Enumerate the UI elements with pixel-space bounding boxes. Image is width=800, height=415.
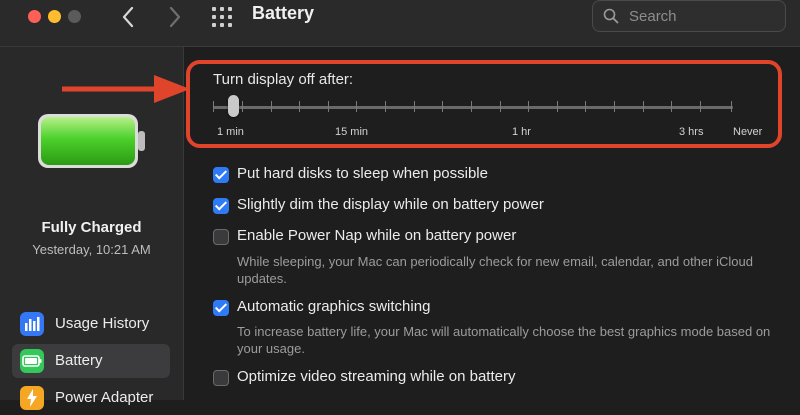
option-description: To increase battery life, your Mac will …	[237, 324, 771, 356]
show-all-grid-icon[interactable]	[212, 7, 234, 29]
slider-tick	[213, 101, 214, 112]
slider-label-15-min: 15 min	[335, 126, 369, 138]
slider-label-1-hr: 1 hr	[512, 126, 531, 138]
back-button[interactable]	[121, 6, 135, 31]
slider-tick	[643, 101, 644, 112]
slider-tick	[614, 101, 615, 112]
title-bar: Battery	[0, 0, 800, 47]
battery-status-time: Yesterday, 10:21 AM	[32, 242, 151, 257]
minimize-window-button[interactable]	[48, 10, 61, 23]
slider-knob[interactable]	[228, 95, 239, 117]
option-label: Optimize video streaming while on batter…	[237, 368, 516, 385]
close-window-button[interactable]	[28, 10, 41, 23]
checkbox[interactable]	[213, 370, 229, 386]
search-icon	[603, 8, 619, 24]
slider-tick	[442, 101, 443, 112]
slider-tick	[328, 101, 329, 112]
display-sleep-slider[interactable]	[213, 106, 733, 109]
battery-full-icon	[38, 114, 145, 168]
sidebar-item-label: Usage History	[55, 315, 150, 332]
slider-tick	[500, 101, 501, 112]
chart-icon	[20, 312, 44, 336]
slider-tick	[385, 101, 386, 112]
battery-icon	[20, 349, 44, 373]
option-label: Automatic graphics switching	[237, 298, 431, 315]
power-adapter-icon	[20, 386, 44, 410]
slider-tick	[242, 101, 243, 112]
checkbox[interactable]	[213, 229, 229, 245]
chevron-right-icon	[169, 6, 181, 28]
option-description: While sleeping, your Mac can periodicall…	[237, 254, 753, 286]
forward-button[interactable]	[168, 6, 182, 31]
slider-tick	[700, 101, 701, 112]
option-label: Enable Power Nap while on battery power	[237, 227, 517, 244]
slider-tick	[299, 101, 300, 112]
checkbox[interactable]	[213, 167, 229, 183]
slider-label-never: Never	[733, 126, 763, 138]
option-label: Put hard disks to sleep when possible	[237, 165, 488, 182]
sidebar-item-label: Battery	[55, 352, 103, 369]
window-title: Battery	[252, 3, 315, 23]
zoom-window-button[interactable]	[68, 10, 81, 23]
slider-tick	[414, 101, 415, 112]
slider-tick	[356, 101, 357, 112]
sidebar-item-usage-history[interactable]: Usage History	[12, 307, 170, 341]
chevron-left-icon	[122, 6, 134, 28]
slider-label-1-min: 1 min	[217, 126, 244, 138]
slider-tick	[271, 101, 272, 112]
sidebar-item-label: Power Adapter	[55, 389, 154, 406]
display-sleep-title: Turn display off after:	[213, 71, 354, 88]
search-input[interactable]	[627, 5, 781, 27]
slider-tick	[557, 101, 558, 112]
slider-tick	[471, 101, 472, 112]
checkbox[interactable]	[213, 300, 229, 316]
search-field[interactable]	[592, 0, 786, 32]
slider-label-3-hrs: 3 hrs	[679, 126, 704, 138]
sidebar-item-power-adapter[interactable]: Power Adapter	[12, 381, 170, 415]
battery-status-title: Fully Charged	[41, 219, 142, 236]
slider-tick	[585, 101, 586, 112]
option-label: Slightly dim the display while on batter…	[237, 196, 544, 213]
slider-tick	[671, 101, 672, 112]
annotation-arrow-icon	[62, 75, 190, 103]
sidebar-item-battery[interactable]: Battery	[12, 344, 170, 378]
slider-tick	[731, 101, 732, 112]
checkbox[interactable]	[213, 198, 229, 214]
slider-tick	[528, 101, 529, 112]
